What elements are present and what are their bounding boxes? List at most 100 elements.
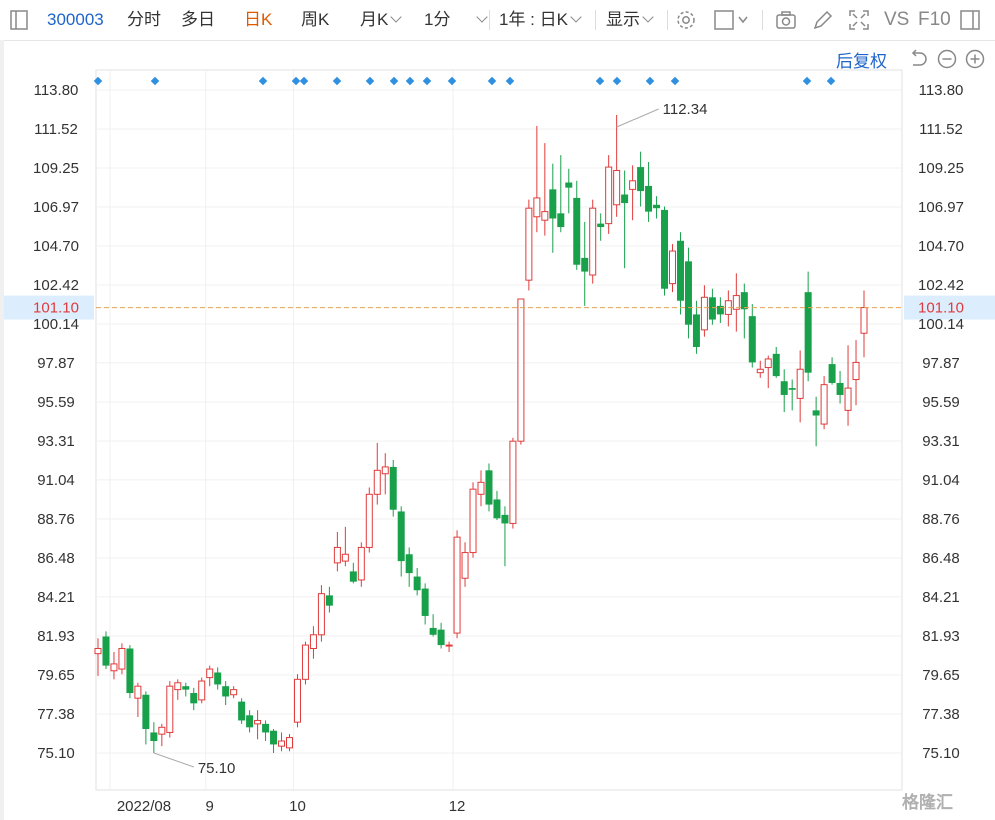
event-marker-icon[interactable] xyxy=(258,76,268,86)
candle-body xyxy=(557,213,565,228)
event-marker-icon[interactable] xyxy=(670,76,680,86)
candle-body xyxy=(756,368,764,374)
candle-body xyxy=(533,197,541,218)
y-tick-label-left: 100.14 xyxy=(33,316,79,333)
candle xyxy=(421,583,429,625)
event-marker-icon[interactable] xyxy=(332,76,342,86)
event-marker-icon[interactable] xyxy=(645,76,655,86)
candle-body xyxy=(629,180,637,190)
candle-body xyxy=(230,689,238,696)
low-annotation-label: 75.10 xyxy=(198,760,236,777)
y-tick-label-left: 95.59 xyxy=(37,394,75,411)
candle-body xyxy=(142,694,150,730)
candle-body xyxy=(653,204,661,209)
candle-body xyxy=(812,410,820,416)
candle xyxy=(748,304,756,368)
event-marker-icon[interactable] xyxy=(505,76,515,86)
event-markers[interactable] xyxy=(93,76,836,86)
candle xyxy=(501,506,509,567)
candle-body xyxy=(413,576,421,591)
candle xyxy=(437,622,445,649)
candle xyxy=(397,506,405,577)
candle-body xyxy=(485,470,493,505)
candle-body xyxy=(501,514,509,524)
candle-body xyxy=(461,552,469,579)
candle xyxy=(118,643,126,675)
x-tick-label: 9 xyxy=(206,798,214,815)
candle xyxy=(469,482,477,558)
candle-body xyxy=(836,382,844,395)
candle-body xyxy=(309,634,317,649)
candle xyxy=(764,355,772,389)
event-marker-icon[interactable] xyxy=(487,76,497,86)
event-marker-icon[interactable] xyxy=(389,76,399,86)
candle-body xyxy=(804,292,812,373)
event-marker-icon[interactable] xyxy=(150,76,160,86)
event-marker-icon[interactable] xyxy=(595,76,605,86)
event-marker-icon[interactable] xyxy=(405,76,415,86)
candle-body xyxy=(381,466,389,475)
y-tick-label-right: 86.48 xyxy=(922,550,960,567)
event-marker-icon[interactable] xyxy=(93,76,103,86)
y-tick-label-right: 97.87 xyxy=(922,355,960,372)
candle-body xyxy=(509,440,517,524)
candle xyxy=(134,682,142,718)
candle-body xyxy=(589,207,597,276)
candle-body xyxy=(477,481,485,495)
candlestick-chart[interactable]: 101.10 101.10 113.80 113.80111.52 111.52109… xyxy=(0,0,995,820)
candle xyxy=(605,155,613,234)
candle-body xyxy=(740,292,748,310)
candle xyxy=(405,547,413,587)
candle xyxy=(517,298,525,445)
event-marker-icon[interactable] xyxy=(826,76,836,86)
candle xyxy=(286,734,293,752)
candle-body xyxy=(110,663,118,672)
event-marker-icon[interactable] xyxy=(422,76,432,86)
candle-body xyxy=(365,493,373,548)
candle-body xyxy=(293,678,301,723)
low-annotation-leader xyxy=(153,752,195,768)
y-tick-label-left: 86.48 xyxy=(37,550,75,567)
candle xyxy=(804,271,812,382)
candle xyxy=(493,490,501,521)
candle-body xyxy=(278,740,286,747)
y-tick-label-left: 109.25 xyxy=(33,160,79,177)
y-tick-label-left: 104.70 xyxy=(33,238,79,255)
candle xyxy=(573,180,581,270)
event-marker-icon[interactable] xyxy=(447,76,457,86)
candle xyxy=(812,396,820,447)
event-marker-icon[interactable] xyxy=(299,76,309,86)
candle-body xyxy=(134,685,142,699)
candle-body xyxy=(860,307,868,334)
event-marker-icon[interactable] xyxy=(365,76,375,86)
candle xyxy=(629,165,637,221)
candle xyxy=(174,679,182,700)
y-tick-label-right: 88.76 xyxy=(922,511,960,528)
candle xyxy=(230,686,238,699)
candle xyxy=(150,722,158,753)
candle xyxy=(453,530,461,639)
candle xyxy=(198,677,206,704)
candle xyxy=(581,221,589,306)
candle-body xyxy=(214,672,222,685)
candle xyxy=(732,273,740,332)
candle xyxy=(142,691,150,745)
candle-body xyxy=(405,554,413,574)
candle xyxy=(597,213,605,241)
x-tick-label: 2022/08 xyxy=(117,798,171,815)
candle-body xyxy=(525,207,533,281)
event-marker-icon[interactable] xyxy=(802,76,812,86)
event-marker-icon[interactable] xyxy=(612,76,622,86)
candle-body xyxy=(198,680,206,701)
candle xyxy=(381,453,389,495)
candle-body xyxy=(206,668,214,679)
candle xyxy=(525,199,533,291)
candle xyxy=(613,115,621,217)
candle-body xyxy=(118,647,126,670)
candle-body xyxy=(325,595,333,606)
candle-body xyxy=(764,358,772,369)
candle xyxy=(317,585,325,642)
candle xyxy=(293,674,301,728)
candle-body xyxy=(605,166,613,225)
candle xyxy=(206,665,214,687)
